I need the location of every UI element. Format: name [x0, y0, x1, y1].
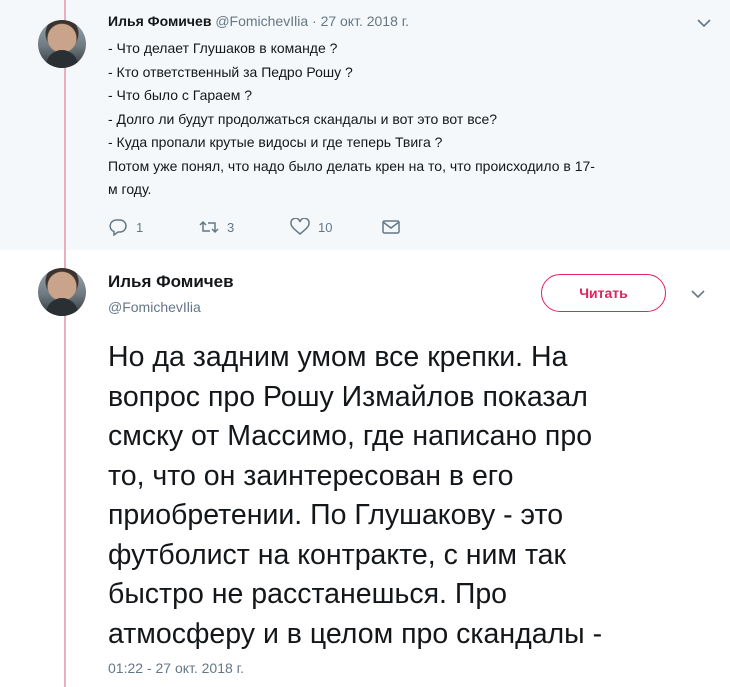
parent-tweet[interactable]: Илья Фомичев @FomichevIlia · 27 окт. 201… — [0, 0, 730, 250]
tweet-line: футболист на контракте, с ним так — [108, 538, 566, 571]
tweet-date[interactable]: 27 окт. 2018 г. — [321, 13, 410, 29]
tweet-text: - Что делает Глушаков в команде ? - Кто … — [108, 37, 708, 202]
reply-button[interactable]: 1 — [108, 218, 199, 236]
like-count: 10 — [318, 219, 333, 235]
tweet-actions: 1 3 10 — [108, 218, 472, 236]
tweet-timestamp[interactable]: 01:22 - 27 окт. 2018 г. — [108, 660, 244, 676]
follow-button[interactable]: Читать — [541, 274, 666, 312]
reply-count: 1 — [136, 219, 144, 235]
tweet-text: Но да задним умом все крепки. На вопрос … — [108, 338, 708, 654]
author-name[interactable]: Илья Фомичев — [108, 13, 211, 29]
like-button[interactable]: 10 — [290, 218, 381, 236]
tweet-line: - Кто ответственный за Педро Рошу ? — [108, 63, 353, 80]
tweet-line: вопрос про Рошу Измайлов показал — [108, 380, 588, 413]
tweet-line: - Что было с Гараем ? — [108, 87, 253, 103]
tweet-header: Илья Фомичев @FomichevIlia · 27 окт. 201… — [108, 13, 409, 29]
tweet-line: м году. — [108, 181, 152, 197]
tweet-line: атмосферу и в целом про скандалы - — [108, 617, 603, 650]
tweet-line: - Что делает Глушаков в команде ? — [108, 40, 338, 56]
like-icon — [290, 218, 310, 235]
retweet-button[interactable]: 3 — [199, 218, 290, 236]
separator-dot: · — [312, 13, 317, 29]
direct-message-icon — [382, 220, 400, 234]
avatar[interactable] — [38, 268, 86, 316]
tweet-line: Потом уже понял, что надо было делать кр… — [108, 157, 595, 174]
tweet-line: приобретении. По Глушакову - это — [108, 499, 564, 531]
tweet-line: - Долго ли будут продолжаться скандалы и… — [108, 110, 498, 127]
chevron-down-icon[interactable] — [690, 283, 706, 304]
chevron-down-icon[interactable] — [696, 12, 712, 33]
author-name[interactable]: Илья Фомичев — [108, 272, 234, 292]
tweet-line: то, что он заинтересован в его — [108, 459, 514, 492]
direct-message-button[interactable] — [381, 218, 472, 236]
tweet-line: Но да задним умом все крепки. На — [108, 341, 568, 373]
avatar[interactable] — [38, 20, 86, 68]
retweet-count: 3 — [227, 219, 235, 235]
reply-icon — [109, 219, 127, 236]
tweet-line: - Куда пропали крутые видосы и где тепер… — [108, 134, 443, 150]
author-handle[interactable]: @FomichevIlia — [108, 299, 201, 315]
author-handle[interactable]: @FomichevIlia — [215, 13, 308, 29]
tweet-line: быстро не расстанешься. Про — [108, 578, 508, 610]
tweet-line: смску от Массимо, где написано про — [108, 420, 593, 452]
retweet-icon — [199, 220, 219, 234]
